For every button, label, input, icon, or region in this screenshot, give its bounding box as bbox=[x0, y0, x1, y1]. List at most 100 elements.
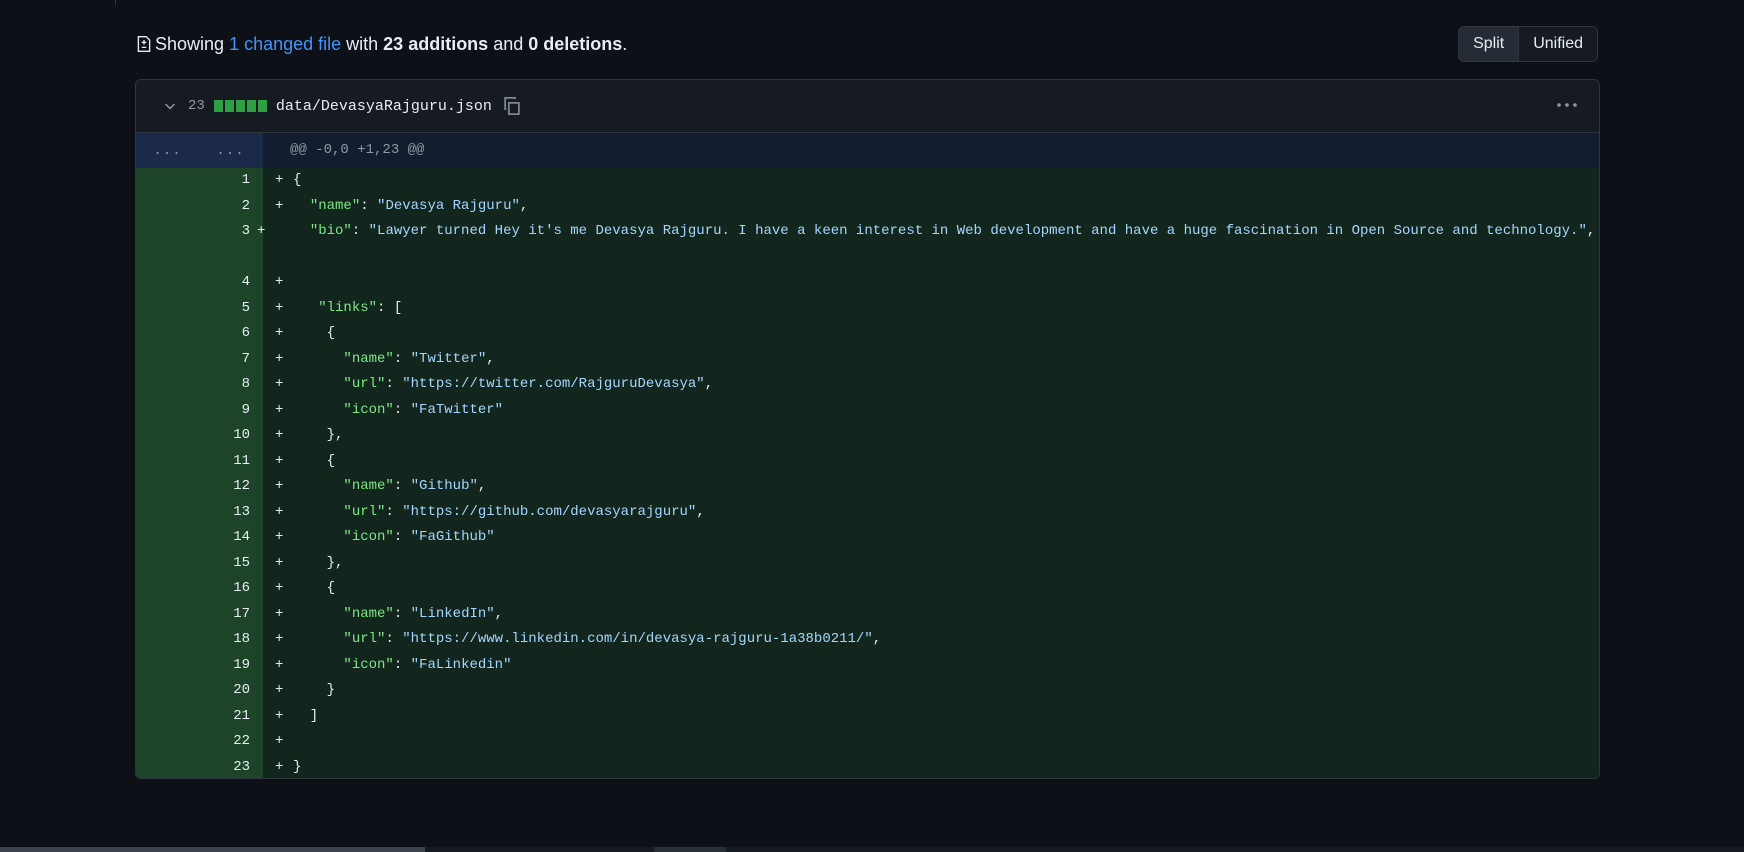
hunk-right-gutter[interactable]: ... bbox=[199, 143, 262, 159]
addition-marker: + bbox=[275, 478, 284, 494]
addition-marker: + bbox=[275, 503, 284, 520]
addition-marker: + bbox=[275, 631, 284, 647]
line-number[interactable]: 13 bbox=[136, 499, 263, 525]
split-view-button[interactable]: Split bbox=[1459, 27, 1520, 61]
addition-marker: + bbox=[275, 529, 284, 545]
line-number[interactable]: 7 bbox=[136, 346, 263, 372]
diff-line: 12 + "name": "Github", bbox=[136, 474, 1599, 500]
diff-line: 6 + { bbox=[136, 321, 1599, 347]
diff-line: 8 + "url": "https://twitter.com/RajguruDe… bbox=[136, 372, 1599, 398]
file-diff-panel: 23 data/DevasyaRajguru.json ... ... @@ -… bbox=[135, 79, 1600, 779]
changed-files-link[interactable]: 1 changed file bbox=[229, 34, 341, 55]
line-code: + ] bbox=[263, 703, 1599, 729]
file-header: 23 data/DevasyaRajguru.json bbox=[136, 80, 1599, 133]
diff-line: 11 + { bbox=[136, 448, 1599, 474]
line-number[interactable]: 22 bbox=[136, 729, 263, 755]
addition-marker: + bbox=[275, 325, 284, 341]
diff-line: 14 + "icon": "FaGithub" bbox=[136, 525, 1599, 551]
addition-marker: + bbox=[275, 376, 284, 392]
diff-line: 23 +} bbox=[136, 754, 1599, 778]
line-number[interactable]: 23 bbox=[136, 754, 263, 778]
line-number[interactable]: 10 bbox=[136, 423, 263, 449]
scrollbar-thumb-secondary[interactable] bbox=[654, 847, 726, 852]
summary-and: and bbox=[488, 33, 529, 54]
line-text: { bbox=[293, 580, 336, 596]
line-number[interactable]: 5 bbox=[136, 295, 263, 321]
line-text: { bbox=[293, 325, 336, 341]
diff-line: 2 + "name": "Devasya Rajguru", bbox=[136, 193, 1599, 219]
line-number[interactable]: 6 bbox=[136, 321, 263, 347]
line-number[interactable]: 16 bbox=[136, 576, 263, 602]
line-text: "bio": "Lawyer turned Hey it's me Devasy… bbox=[309, 223, 1596, 239]
file-path[interactable]: data/DevasyaRajguru.json bbox=[276, 98, 492, 115]
line-number[interactable]: 19 bbox=[136, 652, 263, 678]
line-code: + "bio": "Lawyer turned Hey it's me Deva… bbox=[257, 219, 1599, 270]
line-code: + "icon": "FaGithub" bbox=[263, 525, 1599, 551]
summary-prefix: Showing bbox=[155, 33, 230, 54]
line-number[interactable]: 8 bbox=[136, 372, 263, 398]
file-diff-icon bbox=[137, 36, 151, 52]
summary-with: with bbox=[341, 33, 384, 54]
view-mode-toggle: Split Unified bbox=[1458, 26, 1598, 62]
diff-line: 5 + "links": [ bbox=[136, 295, 1599, 321]
diff-line: 9 + "icon": "FaTwitter" bbox=[136, 397, 1599, 423]
line-text: "links": [ bbox=[318, 299, 403, 316]
line-code: + bbox=[263, 729, 1599, 755]
deletions-count: 0 deletions bbox=[528, 33, 623, 54]
addition-marker: + bbox=[275, 350, 284, 367]
line-number[interactable]: 4 bbox=[136, 270, 263, 296]
diff-line: 16 + { bbox=[136, 576, 1599, 602]
addition-marker: + bbox=[275, 733, 284, 749]
line-code: + "name": "Twitter", bbox=[263, 346, 1599, 372]
hunk-left-gutter[interactable]: ... bbox=[136, 143, 199, 159]
line-text: "icon": "FaTwitter" bbox=[343, 401, 504, 418]
diff-line: 21 + ] bbox=[136, 703, 1599, 729]
hunk-expand-gutter[interactable]: ... ... bbox=[136, 133, 263, 168]
line-code: + "links": [ bbox=[263, 295, 1599, 321]
scrollbar-thumb[interactable] bbox=[0, 847, 425, 852]
line-text: } bbox=[293, 682, 336, 698]
line-code: + "icon": "FaTwitter" bbox=[263, 397, 1599, 423]
chevron-down-icon[interactable] bbox=[162, 98, 178, 114]
line-number[interactable]: 15 bbox=[136, 550, 263, 576]
line-code: + }, bbox=[263, 423, 1599, 449]
line-code: + "name": "LinkedIn", bbox=[263, 601, 1599, 627]
diff-line: 17 + "name": "LinkedIn", bbox=[136, 601, 1599, 627]
line-text: { bbox=[293, 452, 336, 469]
line-text: "name": "LinkedIn", bbox=[343, 605, 504, 622]
diff-toolbar: Showing 1 changed file with 23 additions… bbox=[135, 26, 1598, 62]
unified-view-button[interactable]: Unified bbox=[1519, 27, 1597, 61]
line-number[interactable]: 1 bbox=[136, 168, 263, 194]
line-number[interactable]: 18 bbox=[136, 627, 263, 653]
line-number[interactable]: 3 bbox=[136, 219, 263, 270]
line-text: "url": "https://github.com/devasyarajgur… bbox=[343, 503, 705, 520]
addition-marker: + bbox=[275, 554, 284, 571]
line-number[interactable]: 17 bbox=[136, 601, 263, 627]
horizontal-scrollbar[interactable] bbox=[0, 847, 1744, 852]
line-code: +{ bbox=[263, 168, 1599, 194]
line-number[interactable]: 11 bbox=[136, 448, 263, 474]
line-number[interactable]: 14 bbox=[136, 525, 263, 551]
line-text: "name": "Twitter", bbox=[343, 350, 495, 367]
diff-line: 7 + "name": "Twitter", bbox=[136, 346, 1599, 372]
line-number[interactable]: 20 bbox=[136, 678, 263, 704]
line-code: + "name": "Github", bbox=[263, 474, 1599, 500]
addition-marker: + bbox=[275, 299, 284, 316]
kebab-horizontal-icon[interactable] bbox=[1555, 97, 1579, 113]
line-number[interactable]: 9 bbox=[136, 397, 263, 423]
copy-icon[interactable] bbox=[502, 96, 522, 116]
diff-line: 20 + } bbox=[136, 678, 1599, 704]
diff-line: 19 + "icon": "FaLinkedin" bbox=[136, 652, 1599, 678]
addition-marker: + bbox=[275, 707, 284, 724]
line-code: + bbox=[263, 270, 1599, 296]
addition-marker: + bbox=[275, 197, 284, 214]
line-number[interactable]: 2 bbox=[136, 193, 263, 219]
line-code: + { bbox=[263, 321, 1599, 347]
line-number[interactable]: 12 bbox=[136, 474, 263, 500]
diffstat-addition-block bbox=[235, 100, 245, 112]
diff-summary: Showing 1 changed file with 23 additions… bbox=[135, 26, 627, 62]
additions-count: 23 additions bbox=[383, 33, 489, 54]
line-number[interactable]: 21 bbox=[136, 703, 263, 729]
line-code: + }, bbox=[263, 550, 1599, 576]
hunk-header-row: ... ... @@ -0,0 +1,23 @@ bbox=[136, 133, 1599, 168]
